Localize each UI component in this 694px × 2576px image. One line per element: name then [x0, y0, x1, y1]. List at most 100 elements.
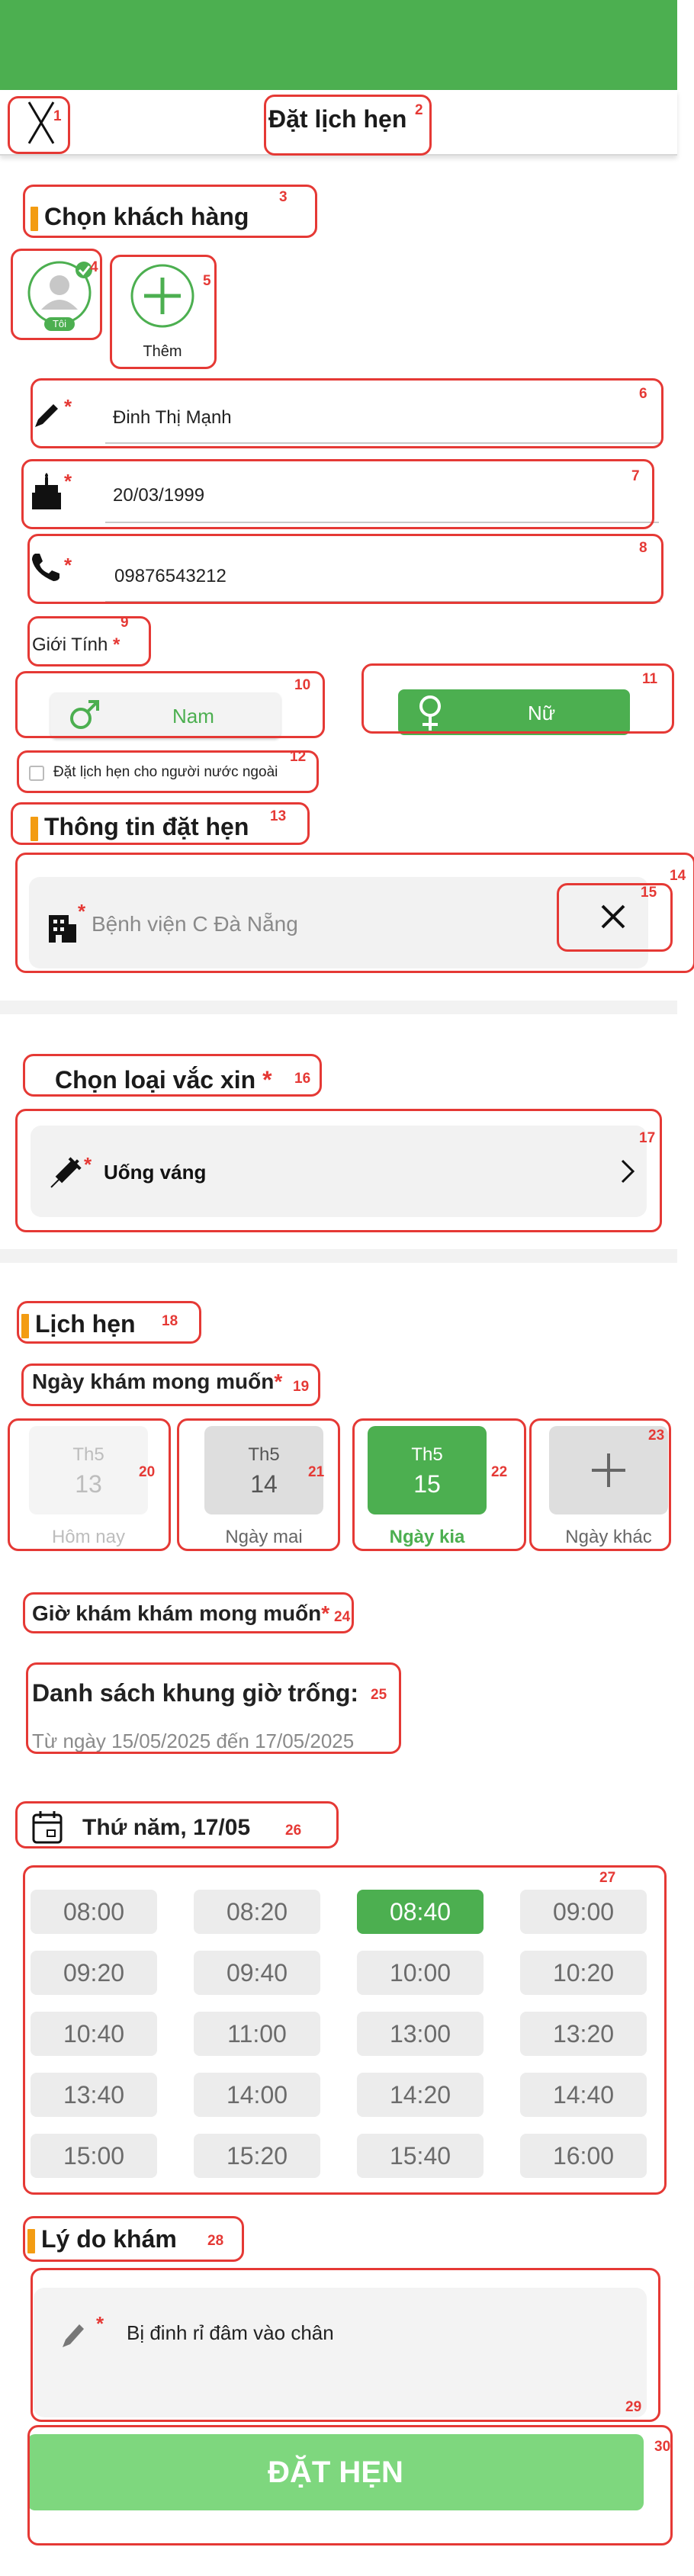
add-customer-label: Thêm — [143, 343, 182, 360]
gender-female-label: Nữ — [528, 702, 556, 724]
section-bar — [31, 206, 38, 231]
annotation-number: 16 — [294, 1071, 311, 1087]
time-slot[interactable]: 13:20 — [520, 2012, 647, 2056]
time-slot[interactable]: 15:40 — [357, 2134, 484, 2178]
schedule-title: Lịch hẹn — [21, 1310, 136, 1338]
annotation-number: 1 — [53, 108, 62, 124]
submit-button[interactable]: ĐẶT HẸN — [27, 2434, 644, 2510]
time-slot[interactable]: 11:00 — [194, 2012, 320, 2056]
time-slot[interactable]: 09:20 — [31, 1951, 157, 1995]
annotation-number: 18 — [162, 1313, 178, 1329]
time-slot[interactable]: 16:00 — [520, 2134, 647, 2178]
add-customer-button[interactable]: Thêm — [114, 259, 210, 366]
dob-field[interactable]: 20/03/1999 — [113, 485, 204, 506]
required-mark: * — [64, 554, 72, 577]
annotation-number: 24 — [334, 1609, 351, 1625]
date-dayafter-label: Ngày kia — [389, 1527, 465, 1547]
required-mark: * — [64, 470, 72, 493]
time-label: Giờ khám khám mong muốn* — [32, 1601, 329, 1626]
vaccine-title: Chọn loại vắc xin * — [55, 1066, 272, 1094]
annotation-number: 30 — [654, 2439, 671, 2455]
required-mark: * — [78, 900, 86, 923]
time-slot[interactable]: 14:20 — [357, 2073, 484, 2117]
male-icon — [66, 697, 102, 734]
date-label: Ngày khám mong muốn* — [32, 1370, 282, 1394]
annotation-number: 13 — [270, 808, 287, 824]
required-mark: * — [321, 1601, 330, 1625]
female-icon — [415, 694, 445, 734]
gender-female-button[interactable]: Nữ — [398, 689, 630, 735]
self-avatar[interactable]: Tôi — [24, 259, 95, 332]
date-option-dayafter[interactable]: Th5 15 — [368, 1426, 487, 1514]
name-field[interactable]: Đinh Thị Mạnh — [113, 407, 232, 429]
annotation-number: 12 — [290, 749, 307, 765]
annotation-number: 26 — [285, 1823, 302, 1839]
time-slot[interactable]: 13:40 — [31, 2073, 157, 2117]
phone-underline — [105, 601, 660, 602]
required-mark: * — [96, 2312, 104, 2335]
annotation-number: 17 — [639, 1130, 656, 1146]
time-slot-selected[interactable]: 08:40 — [357, 1890, 484, 1934]
date-tomorrow-label: Ngày mai — [225, 1527, 303, 1547]
annotation-number: 11 — [642, 671, 658, 687]
time-label-text: Giờ khám khám mong muốn — [32, 1601, 322, 1625]
syringe-icon — [44, 1155, 84, 1194]
schedule-title-label: Lịch hẹn — [35, 1310, 136, 1338]
booking-info-label: Thông tin đặt hẹn — [44, 813, 249, 840]
day-heading: Thứ năm, 17/05 — [82, 1815, 251, 1840]
hospital-placeholder: Bệnh viện C Đà Nẵng — [92, 912, 298, 936]
time-slot[interactable]: 10:20 — [520, 1951, 647, 1995]
date-today-label: Hôm nay — [51, 1527, 126, 1547]
reason-input[interactable]: * Bị đinh rỉ đâm vào chân — [34, 2288, 647, 2417]
date-day: 14 — [250, 1470, 278, 1498]
time-slot[interactable]: 14:00 — [194, 2073, 320, 2117]
birthday-cake-icon — [27, 473, 66, 512]
gender-male-button[interactable]: Nam — [50, 692, 281, 738]
annotation-number: 22 — [491, 1464, 508, 1480]
time-slot[interactable]: 08:00 — [31, 1890, 157, 1934]
annotation-number: 4 — [90, 259, 98, 275]
annotation-number: 27 — [599, 1870, 616, 1886]
time-slot[interactable]: 14:40 — [520, 2073, 647, 2117]
customer-section-label: Chọn khách hàng — [44, 203, 249, 230]
date-option-today[interactable]: Th5 13 — [29, 1426, 148, 1514]
date-month: Th5 — [248, 1444, 280, 1465]
annotation-number: 3 — [279, 189, 288, 205]
annotation-number: 25 — [371, 1687, 387, 1703]
time-slot[interactable]: 15:00 — [31, 2134, 157, 2178]
self-badge: Tôi — [44, 317, 75, 331]
page-title: Đặt lịch hẹn — [268, 105, 407, 133]
time-slot[interactable]: 09:40 — [194, 1951, 320, 1995]
required-mark: * — [274, 1370, 283, 1393]
dob-underline — [105, 522, 659, 523]
time-slot[interactable]: 10:00 — [357, 1951, 484, 1995]
vaccine-title-label: Chọn loại vắc xin — [55, 1066, 256, 1094]
chevron-right-icon — [618, 1158, 636, 1185]
annotation-number: 10 — [294, 677, 311, 693]
hospital-select[interactable]: * Bệnh viện C Đà Nẵng — [29, 877, 648, 968]
time-slot[interactable]: 09:00 — [520, 1890, 647, 1934]
time-slot[interactable]: 10:40 — [31, 2012, 157, 2056]
annotation-number: 7 — [631, 468, 640, 484]
date-option-tomorrow[interactable]: Th5 14 — [204, 1426, 323, 1514]
section-divider — [0, 1249, 677, 1263]
time-slot[interactable]: 13:00 — [357, 2012, 484, 2056]
time-slot[interactable]: 08:20 — [194, 1890, 320, 1934]
annotation-number: 23 — [648, 1428, 665, 1444]
annotation-number: 14 — [670, 868, 686, 884]
section-bar — [31, 816, 38, 841]
required-mark: * — [255, 1066, 272, 1094]
gender-label: Giới Tính * — [32, 634, 120, 656]
phone-field[interactable]: 09876543212 — [114, 566, 227, 587]
time-slot[interactable]: 15:20 — [194, 2134, 320, 2178]
date-label-text: Ngày khám mong muốn — [32, 1370, 275, 1393]
reason-title-label: Lý do khám — [41, 2225, 177, 2253]
annotation-number: 19 — [293, 1379, 310, 1395]
gender-male-label: Nam — [172, 705, 214, 728]
gender-label-text: Giới Tính — [32, 634, 108, 655]
reason-text: Bị đinh rỉ đâm vào chân — [127, 2321, 334, 2344]
foreigner-checkbox[interactable] — [29, 766, 44, 781]
required-mark: * — [64, 395, 72, 418]
vaccine-select[interactable]: * Uống váng — [31, 1126, 647, 1217]
date-day: 13 — [75, 1470, 102, 1498]
